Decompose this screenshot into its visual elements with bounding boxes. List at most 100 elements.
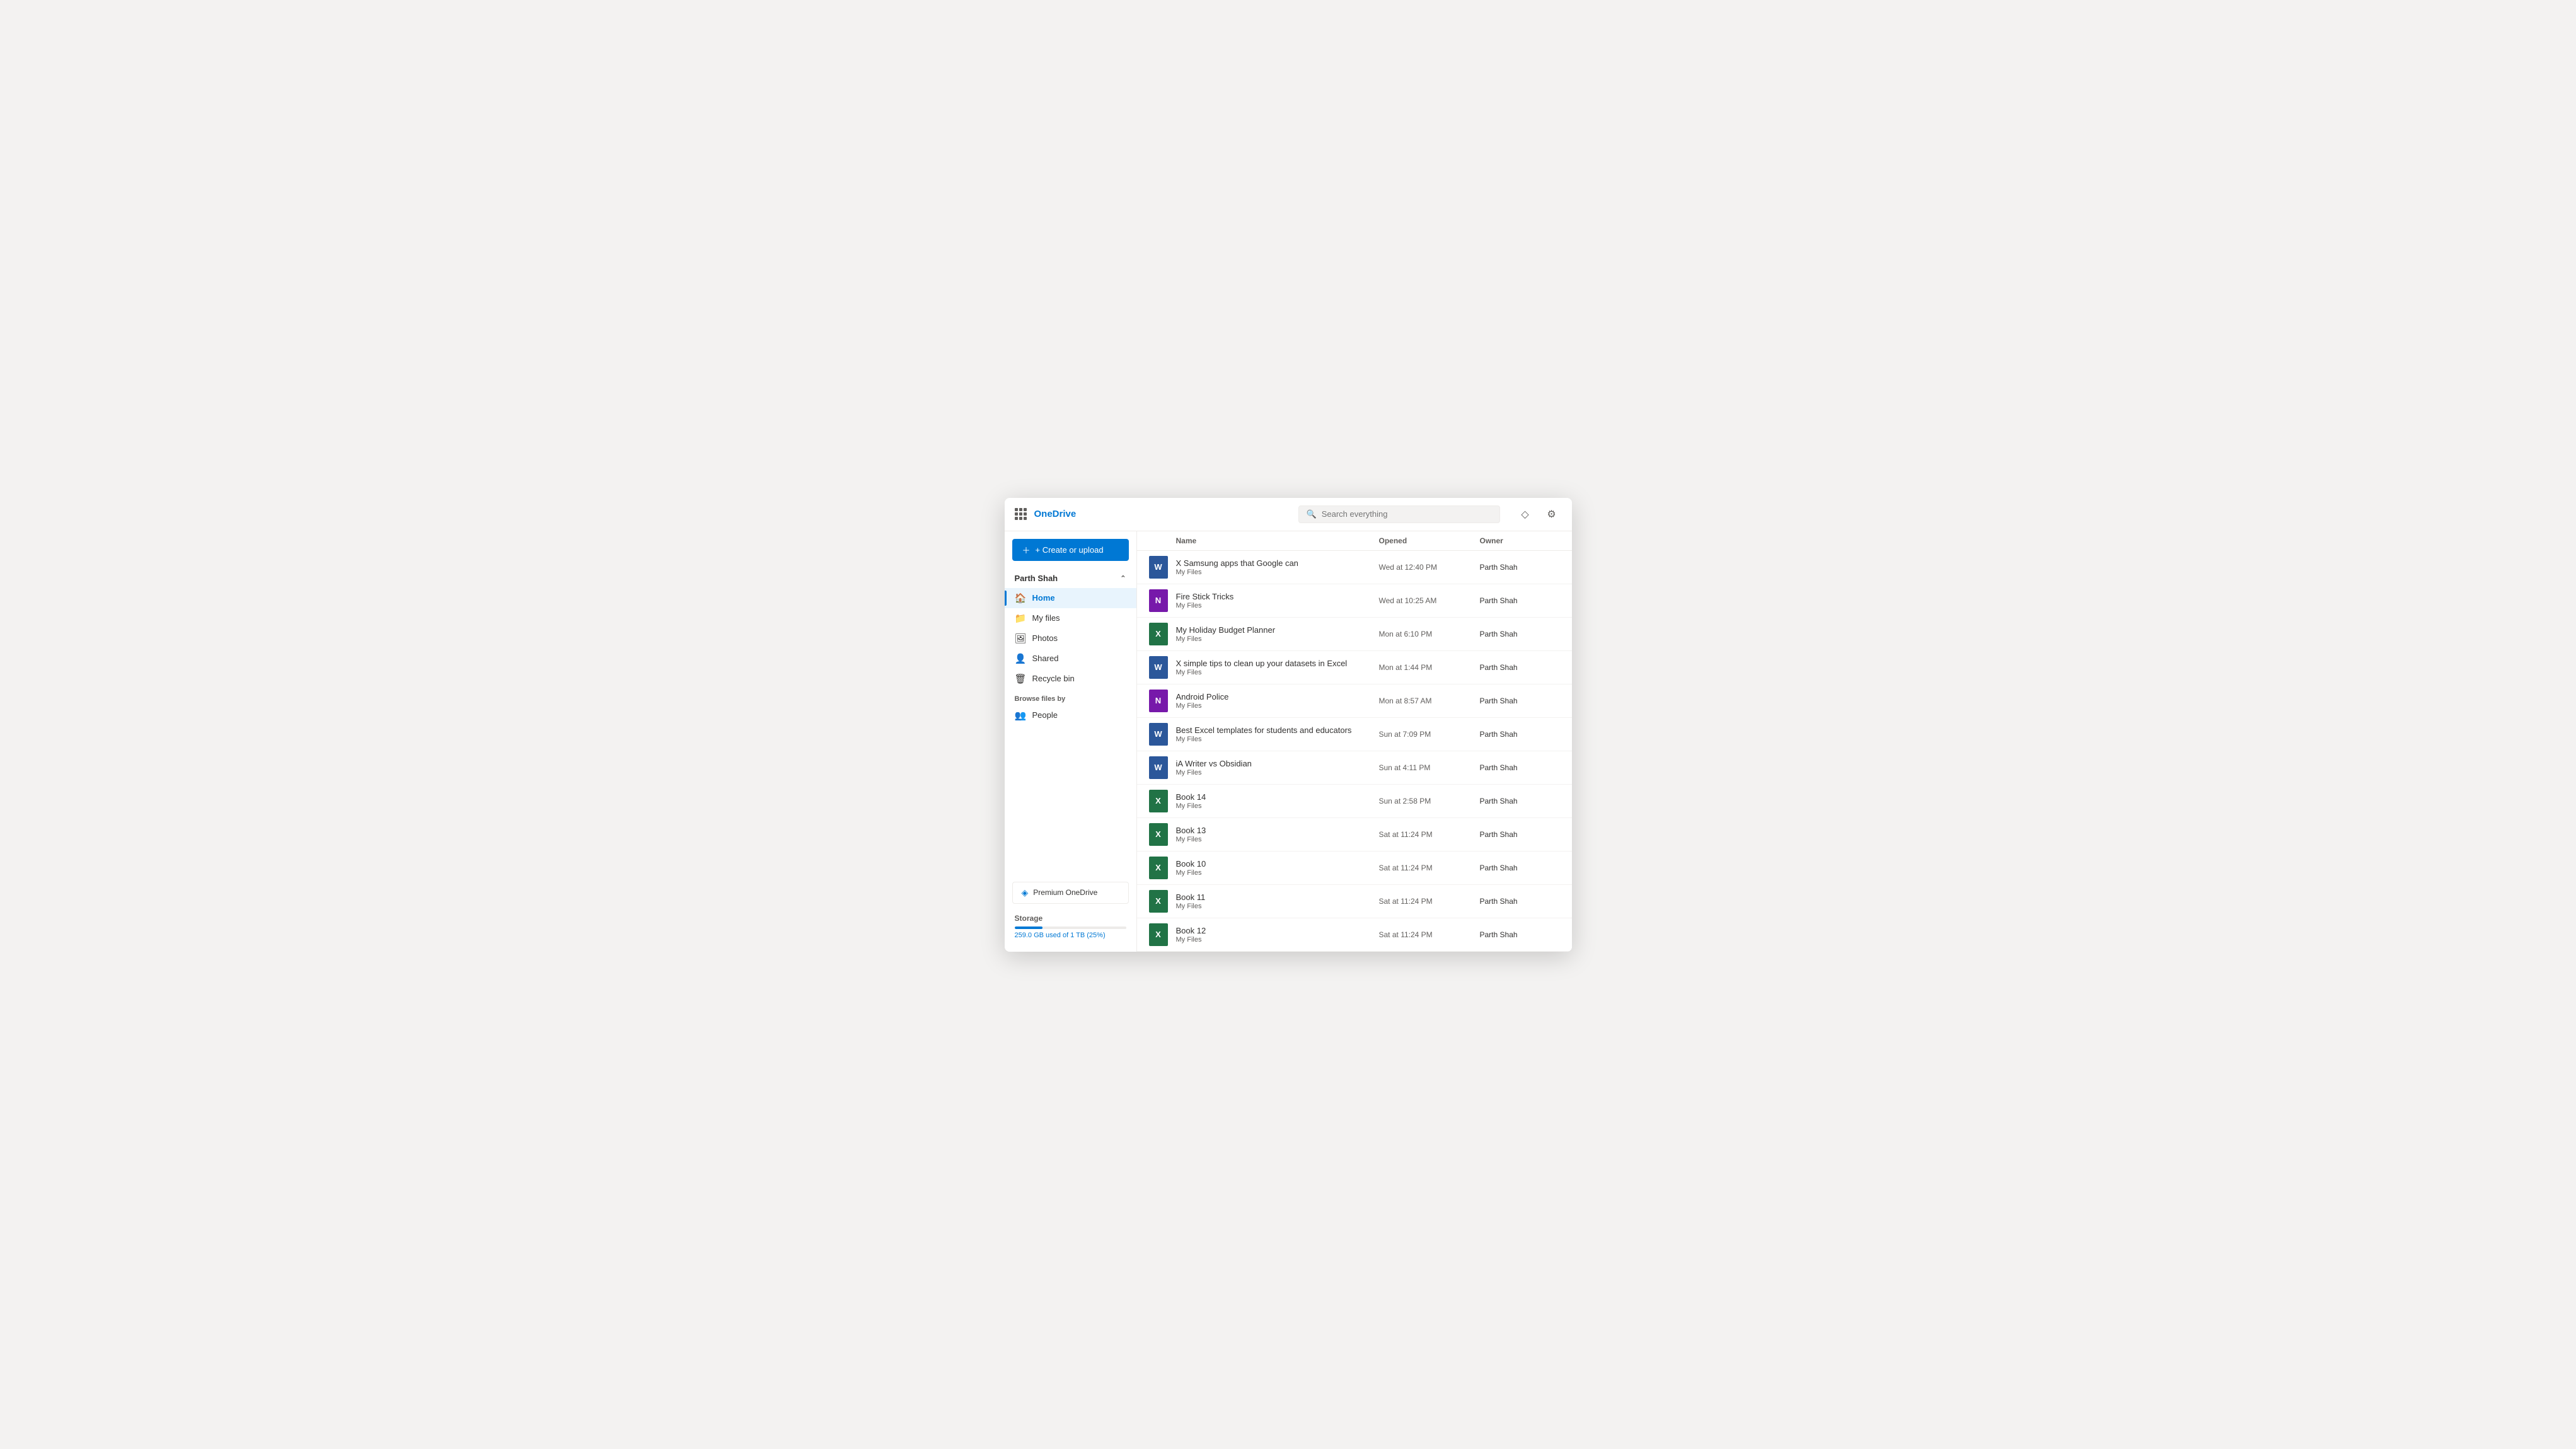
table-row[interactable]: N Fire Stick Tricks My Files Wed at 10:2… (1137, 584, 1572, 618)
storage-bar-background (1015, 927, 1126, 929)
file-location: My Files (1176, 702, 1379, 710)
file-location: My Files (1176, 569, 1379, 576)
search-input[interactable] (1322, 509, 1492, 519)
storage-bar-fill (1015, 927, 1043, 929)
file-name: Best Excel templates for students and ed… (1176, 725, 1379, 735)
file-icon-wrap-2: X (1147, 623, 1170, 645)
file-info-7: Book 14 My Files (1176, 792, 1379, 810)
browse-item-people[interactable]: 👥 People (1005, 705, 1136, 725)
file-opened: Wed at 12:40 PM (1379, 563, 1480, 572)
file-info-5: Best Excel templates for students and ed… (1176, 725, 1379, 743)
file-icon-wrap-7: X (1147, 790, 1170, 812)
file-opened: Mon at 8:57 AM (1379, 696, 1480, 705)
my-files-nav-label: My files (1032, 613, 1060, 623)
expand-icon: ⌃ (1120, 574, 1126, 582)
file-type-icon: N (1149, 690, 1168, 712)
file-location: My Files (1176, 635, 1379, 643)
shared-nav-label: Shared (1032, 654, 1059, 663)
file-name: Book 13 (1176, 826, 1379, 835)
table-row[interactable]: N Android Police My Files Mon at 8:57 AM… (1137, 684, 1572, 718)
file-opened: Sat at 11:24 PM (1379, 830, 1480, 839)
settings-icon: ⚙ (1547, 508, 1556, 521)
file-info-6: iA Writer vs Obsidian My Files (1176, 759, 1379, 776)
file-name: Book 14 (1176, 792, 1379, 802)
file-owner: Parth Shah (1480, 863, 1562, 872)
sidebar-item-home[interactable]: 🏠 Home (1005, 588, 1136, 608)
top-bar: OneDrive 🔍 ◇ ⚙ (1005, 498, 1572, 531)
sidebar-item-recycle-bin[interactable]: 🗑 Recycle bin (1005, 669, 1136, 689)
file-opened: Sun at 2:58 PM (1379, 797, 1480, 805)
file-location: My Files (1176, 769, 1379, 776)
file-info-10: Book 11 My Files (1176, 892, 1379, 910)
table-row[interactable]: X Book 12 My Files Sat at 11:24 PM Parth… (1137, 918, 1572, 952)
table-row[interactable]: X Book 10 My Files Sat at 11:24 PM Parth… (1137, 852, 1572, 885)
sidebar-item-my-files[interactable]: 📁 My files (1005, 608, 1136, 628)
table-row[interactable]: X Book 14 My Files Sun at 2:58 PM Parth … (1137, 785, 1572, 818)
file-type-icon: N (1149, 589, 1168, 612)
file-opened: Sun at 4:11 PM (1379, 763, 1480, 772)
photos-nav-icon: 🖼 (1015, 633, 1026, 644)
file-type-icon: W (1149, 723, 1168, 746)
table-row[interactable]: W iA Writer vs Obsidian My Files Sun at … (1137, 751, 1572, 785)
browse-files-label: Browse files by (1005, 689, 1136, 705)
file-name: iA Writer vs Obsidian (1176, 759, 1379, 768)
file-type-icon: W (1149, 556, 1168, 579)
file-opened: Sun at 7:09 PM (1379, 730, 1480, 739)
file-name: Fire Stick Tricks (1176, 592, 1379, 601)
file-list-header: Name Opened Owner (1137, 531, 1572, 551)
file-name: Book 10 (1176, 859, 1379, 869)
file-owner: Parth Shah (1480, 663, 1562, 672)
file-icon-wrap-5: W (1147, 723, 1170, 746)
file-location: My Files (1176, 903, 1379, 910)
file-opened: Mon at 6:10 PM (1379, 630, 1480, 638)
main-layout: ＋ + Create or upload Parth Shah ⌃ 🏠 Home… (1005, 531, 1572, 952)
table-row[interactable]: X My Holiday Budget Planner My Files Mon… (1137, 618, 1572, 651)
file-owner: Parth Shah (1480, 630, 1562, 638)
table-row[interactable]: X Book 13 My Files Sat at 11:24 PM Parth… (1137, 818, 1572, 852)
file-location: My Files (1176, 802, 1379, 810)
search-bar[interactable]: 🔍 (1298, 505, 1500, 523)
browse-items: 👥 People (1005, 705, 1136, 725)
file-info-0: X Samsung apps that Google can My Files (1176, 558, 1379, 576)
file-location: My Files (1176, 869, 1379, 877)
file-opened: Sat at 11:24 PM (1379, 930, 1480, 939)
user-section: Parth Shah ⌃ (1005, 571, 1136, 588)
file-icon-wrap-0: W (1147, 556, 1170, 579)
file-info-9: Book 10 My Files (1176, 859, 1379, 877)
premium-icon: ◈ (1022, 887, 1029, 898)
storage-label: Storage (1015, 914, 1126, 923)
sidebar-item-photos[interactable]: 🖼 Photos (1005, 628, 1136, 649)
sidebar-item-shared[interactable]: 👤 Shared (1005, 649, 1136, 669)
file-opened: Sat at 11:24 PM (1379, 863, 1480, 872)
file-icon-wrap-4: N (1147, 690, 1170, 712)
photos-nav-label: Photos (1032, 633, 1058, 643)
my-files-nav-icon: 📁 (1015, 613, 1026, 624)
storage-used: 259.0 GB (1015, 932, 1044, 939)
table-row[interactable]: W Best Excel templates for students and … (1137, 718, 1572, 751)
table-row[interactable]: X Book 11 My Files Sat at 11:24 PM Parth… (1137, 885, 1572, 918)
file-info-4: Android Police My Files (1176, 692, 1379, 710)
file-name: X simple tips to clean up your datasets … (1176, 659, 1379, 668)
file-owner: Parth Shah (1480, 596, 1562, 605)
recycle-bin-nav-label: Recycle bin (1032, 674, 1075, 683)
file-owner: Parth Shah (1480, 696, 1562, 705)
file-owner: Parth Shah (1480, 797, 1562, 805)
column-name-header: Name (1176, 536, 1197, 545)
file-icon-wrap-10: X (1147, 890, 1170, 913)
diamond-icon-button[interactable]: ◇ (1515, 504, 1535, 524)
storage-total: used of 1 TB (25%) (1046, 932, 1106, 939)
file-type-icon: X (1149, 857, 1168, 879)
file-owner: Parth Shah (1480, 930, 1562, 939)
file-opened: Mon at 1:44 PM (1379, 663, 1480, 672)
app-grid-icon[interactable] (1015, 508, 1027, 520)
file-type-icon: X (1149, 890, 1168, 913)
table-row[interactable]: W X simple tips to clean up your dataset… (1137, 651, 1572, 684)
file-icon-wrap-1: N (1147, 589, 1170, 612)
premium-button[interactable]: ◈ Premium OneDrive (1012, 882, 1129, 904)
file-info-3: X simple tips to clean up your datasets … (1176, 659, 1379, 676)
table-row[interactable]: W X Samsung apps that Google can My File… (1137, 551, 1572, 584)
top-icons: ◇ ⚙ (1515, 504, 1562, 524)
content-area: Name Opened Owner W X Samsung apps that … (1137, 531, 1572, 952)
settings-icon-button[interactable]: ⚙ (1542, 504, 1562, 524)
create-upload-button[interactable]: ＋ + Create or upload (1012, 539, 1129, 561)
